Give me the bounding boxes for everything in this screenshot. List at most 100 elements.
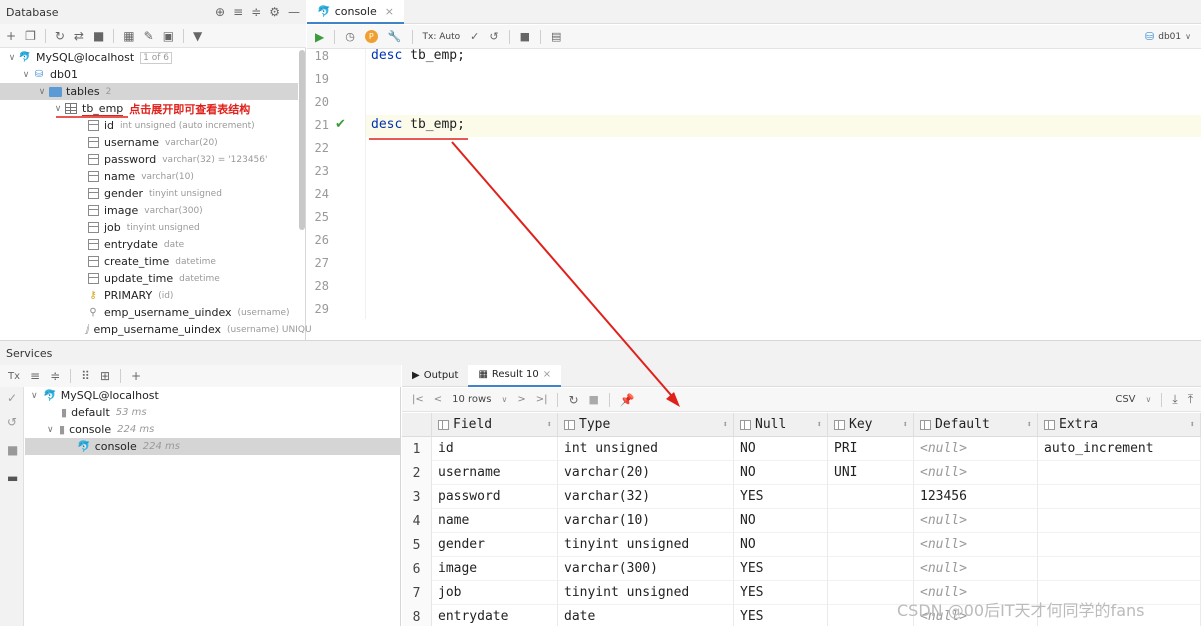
close-icon[interactable]: × [543,369,551,380]
sort-icon[interactable]: ⬍ [817,420,822,430]
tree-connection[interactable]: ∨ 🐬 MySQL@localhost 1 of 6 [0,49,300,66]
table-cell[interactable] [828,557,914,581]
chevron-down-icon[interactable]: ∨ [31,391,43,401]
tree-tables-folder[interactable]: ∨ tables 2 [0,83,298,100]
chevron-down-icon[interactable]: ∨ [52,104,64,114]
tree-key-2[interactable]: ⅉ emp_username_uindex (username) UNIQU [0,321,312,338]
refresh-icon[interactable]: ↻ [55,29,65,43]
row-number[interactable]: 8 [402,605,432,626]
tree-column-gender[interactable]: gender tinyint unsigned [0,185,300,202]
table-cell[interactable] [1038,557,1201,581]
table-cell[interactable]: NO [734,437,828,461]
table-cell[interactable]: id [432,437,558,461]
code-line[interactable]: desc tb_emp; [371,48,465,63]
last-page-icon[interactable]: >| [536,394,548,405]
tree-column-password[interactable]: password varchar(32) = '123456' [0,151,300,168]
expand-all-icon[interactable]: ≡ [30,369,40,383]
prev-page-icon[interactable]: < [434,394,442,405]
chevron-down-icon[interactable]: ∨ [20,70,32,80]
tree-column-image[interactable]: image varchar(300) [0,202,300,219]
table-cell[interactable]: YES [734,485,828,509]
collapse-all-icon[interactable]: ≑ [50,369,60,383]
table-cell[interactable] [828,509,914,533]
table-cell[interactable]: YES [734,581,828,605]
tree-key-1[interactable]: ⚲ emp_username_uindex (username) [0,304,300,321]
table-cell[interactable]: PRI [828,437,914,461]
table-cell[interactable]: int unsigned [558,437,734,461]
tab-console[interactable]: 🐬 console × [307,0,404,24]
gear-icon[interactable]: ⚙ [269,5,280,19]
expand-all-icon[interactable]: ≡ [233,5,243,19]
chevron-down-icon[interactable]: ∨ [36,87,48,97]
sort-icon[interactable]: ⬍ [903,420,908,430]
tab-output[interactable]: ▶ Output [402,365,468,387]
explain-plan-icon[interactable]: P [364,30,378,43]
table-cell[interactable]: <null> [914,533,1038,557]
globe-icon[interactable]: ⊕ [215,5,225,19]
table-cell[interactable]: <null> [914,557,1038,581]
tree-column-id[interactable]: id int unsigned (auto increment) [0,117,300,134]
table-cell[interactable]: NO [734,509,828,533]
layout-icon[interactable]: ▤ [551,30,561,43]
table-cell[interactable]: date [558,605,734,626]
tree-column-name[interactable]: name varchar(10) [0,168,300,185]
table-cell[interactable]: varchar(300) [558,557,734,581]
edit-icon[interactable]: ✎ [144,29,154,43]
new-tab-icon[interactable]: ⊞ [100,369,110,383]
code-line[interactable]: desc tb_emp; [371,117,465,132]
copy-icon[interactable]: ❐ [25,29,36,43]
pin-icon[interactable]: 📌 [620,393,635,407]
tree-column-update_time[interactable]: update_time datetime [0,270,300,287]
table-cell[interactable] [1038,461,1201,485]
table-cell[interactable] [828,485,914,509]
column-header-null[interactable]: Null ⬍ [734,413,828,437]
sort-icon[interactable]: ⬍ [547,420,552,430]
row-number[interactable]: 5 [402,533,432,557]
export-format-dropdown[interactable]: CSV [1115,394,1135,405]
stop-icon[interactable]: ■ [520,30,530,43]
tree-column-entrydate[interactable]: entrydate date [0,236,300,253]
table-icon[interactable]: ▦ [123,29,134,43]
add-icon[interactable]: + [6,29,16,43]
table-cell[interactable]: username [432,461,558,485]
row-number[interactable]: 1 [402,437,432,461]
table-cell[interactable] [1038,485,1201,509]
sort-icon[interactable]: ⬍ [1190,420,1195,430]
table-cell[interactable]: <null> [914,509,1038,533]
table-cell[interactable]: gender [432,533,558,557]
table-cell[interactable]: YES [734,605,828,626]
tree-table-tb-emp[interactable]: ∨ tb_emp 点击展开即可查看表结构 [0,100,300,117]
result-grid[interactable]: Field ⬍ Type ⬍ Null ⬍ Key ⬍ Default ⬍ Extra ⬍ 1 id int… [402,413,1201,626]
download-icon[interactable]: ⤓ [1172,392,1177,407]
tree-column-username[interactable]: username varchar(20) [0,134,300,151]
tx-icon[interactable]: Tx [8,371,20,382]
table-cell[interactable]: <null> [914,461,1038,485]
table-cell[interactable]: varchar(32) [558,485,734,509]
table-cell[interactable]: <null> [914,437,1038,461]
row-number[interactable]: 4 [402,509,432,533]
sync-icon[interactable]: ⇄ [74,29,84,43]
run-icon[interactable]: ▶ [315,30,324,44]
table-cell[interactable]: job [432,581,558,605]
tab-result[interactable]: ▦ Result 10 × [468,364,562,387]
column-header-extra[interactable]: Extra ⬍ [1038,413,1201,437]
table-cell[interactable]: entrydate [432,605,558,626]
stop-icon[interactable]: ■ [7,443,18,457]
console-icon[interactable]: ▣ [163,29,174,43]
table-cell[interactable]: varchar(10) [558,509,734,533]
minimize-icon[interactable]: — [288,5,300,19]
rollback-icon[interactable]: ↺ [489,30,498,43]
table-cell[interactable] [1038,509,1201,533]
refresh-icon[interactable]: ↻ [568,393,578,407]
tree-column-job[interactable]: job tinyint unsigned [0,219,300,236]
row-number[interactable]: 2 [402,461,432,485]
table-cell[interactable]: YES [734,557,828,581]
collapse-all-icon[interactable]: ≑ [251,5,261,19]
row-number[interactable]: 7 [402,581,432,605]
column-header-key[interactable]: Key ⬍ [828,413,914,437]
table-cell[interactable]: password [432,485,558,509]
tree-column-create_time[interactable]: create_time datetime [0,253,300,270]
table-cell[interactable]: UNI [828,461,914,485]
layout-icon[interactable]: ▬ [7,471,18,485]
table-cell[interactable]: image [432,557,558,581]
